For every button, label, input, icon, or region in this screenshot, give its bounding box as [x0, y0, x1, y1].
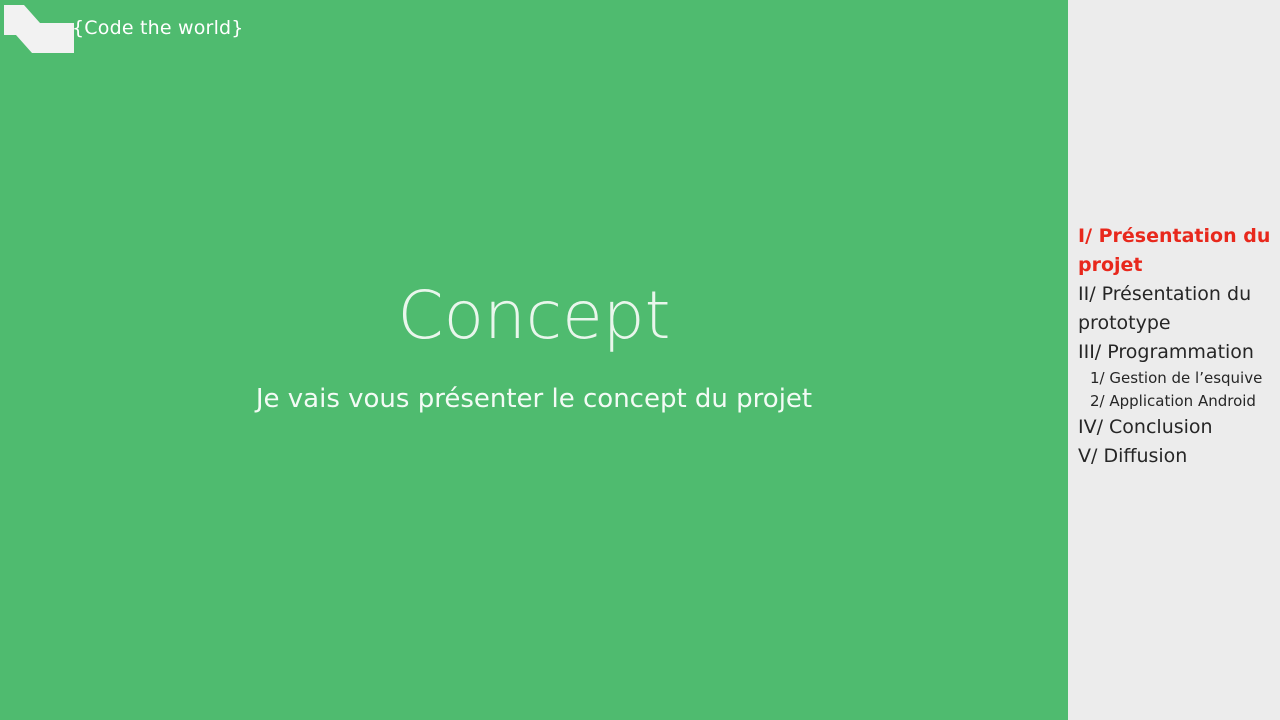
toc-item-presentation-projet: I/ Présentation du projet [1078, 225, 1271, 276]
toc-item-presentation-prototype: II/ Présentation du prototype [1078, 283, 1252, 334]
table-of-contents: I/ Présentation du projet II/ Présentati… [1078, 222, 1278, 471]
toc-subitem-application-android: 2/ Application Android [1090, 392, 1256, 410]
toc-subitem-gestion-esquive: 1/ Gestion de l’esquive [1090, 369, 1263, 387]
logo-mark-icon [4, 5, 74, 53]
toc-item-diffusion: V/ Diffusion [1078, 445, 1188, 467]
toc-item-conclusion: IV/ Conclusion [1078, 416, 1213, 438]
logo: {Code the world} [4, 5, 244, 53]
toc-sidebar: I/ Présentation du projet II/ Présentati… [1068, 0, 1280, 720]
logo-text: {Code the world} [72, 17, 244, 39]
slide-title: Concept [397, 277, 671, 354]
slide-subtitle: Je vais vous présenter le concept du pro… [255, 384, 813, 414]
slide-main-panel: {Code the world} Concept Je vais vous pr… [0, 0, 1068, 720]
slide: {Code the world} Concept Je vais vous pr… [0, 0, 1280, 720]
toc-item-programmation: III/ Programmation [1078, 341, 1254, 363]
